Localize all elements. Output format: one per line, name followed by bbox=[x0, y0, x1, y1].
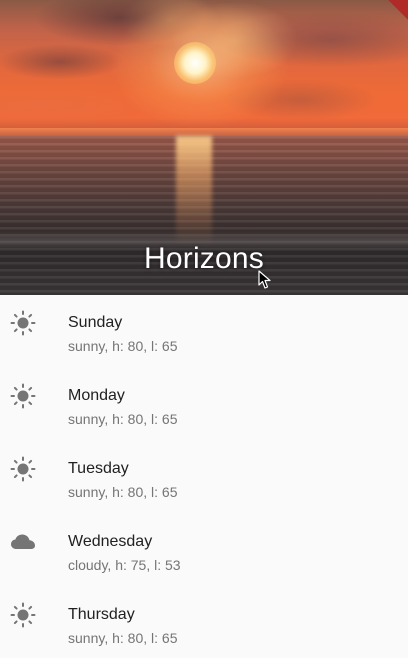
forecast-list: Sunday sunny, h: 80, l: 65 Monday sunny,… bbox=[0, 295, 408, 658]
weather-summary: cloudy, h: 75, l: 53 bbox=[68, 557, 181, 573]
list-item[interactable]: Thursday sunny, h: 80, l: 65 bbox=[0, 587, 408, 658]
day-label: Thursday bbox=[68, 606, 135, 623]
weather-summary: sunny, h: 80, l: 65 bbox=[68, 338, 178, 354]
list-item[interactable]: Wednesday cloudy, h: 75, l: 53 bbox=[0, 514, 408, 587]
day-label: Wednesday bbox=[68, 533, 153, 550]
list-item[interactable]: Tuesday sunny, h: 80, l: 65 bbox=[0, 441, 408, 514]
weather-summary: sunny, h: 80, l: 65 bbox=[68, 411, 178, 427]
cloud-icon bbox=[11, 534, 35, 549]
sun-icon bbox=[10, 456, 36, 482]
header-image: Horizons bbox=[0, 0, 408, 295]
app-window: Horizons Sunday sunny, h: 80, l: 65 Mond… bbox=[0, 0, 408, 658]
list-item-text: Tuesday sunny, h: 80, l: 65 bbox=[68, 460, 177, 500]
list-item-text: Wednesday cloudy, h: 75, l: 53 bbox=[68, 533, 181, 573]
list-item-text: Sunday sunny, h: 80, l: 65 bbox=[68, 314, 177, 354]
weather-summary: sunny, h: 80, l: 65 bbox=[68, 630, 178, 646]
list-item-text: Thursday sunny, h: 80, l: 65 bbox=[68, 606, 177, 646]
day-label: Sunday bbox=[68, 314, 123, 331]
mouse-cursor-icon bbox=[258, 270, 271, 289]
page-title: Horizons bbox=[144, 242, 264, 275]
weather-summary: sunny, h: 80, l: 65 bbox=[68, 484, 178, 500]
day-label: Monday bbox=[68, 387, 125, 404]
sun bbox=[174, 42, 216, 84]
sun-icon bbox=[10, 383, 36, 409]
list-item-text: Monday sunny, h: 80, l: 65 bbox=[68, 387, 177, 427]
sun-icon bbox=[10, 602, 36, 628]
day-label: Tuesday bbox=[68, 460, 129, 477]
list-item[interactable]: Monday sunny, h: 80, l: 65 bbox=[0, 368, 408, 441]
sun-reflection bbox=[176, 136, 212, 246]
list-item[interactable]: Sunday sunny, h: 80, l: 65 bbox=[0, 295, 408, 368]
sun-icon bbox=[10, 310, 36, 336]
